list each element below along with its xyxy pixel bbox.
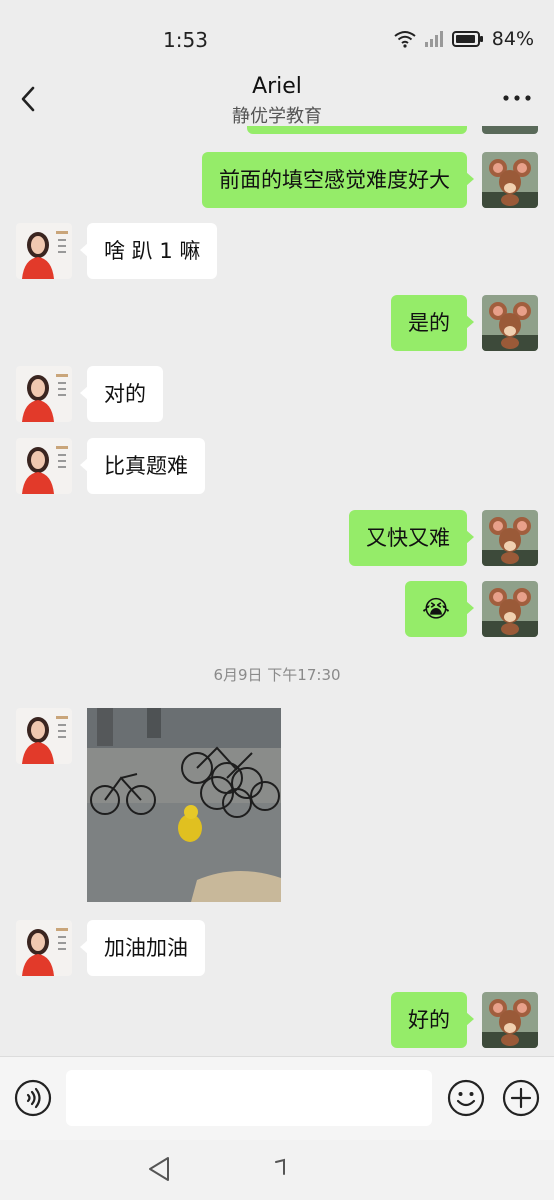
more-dots-icon — [503, 95, 531, 101]
mouse-avatar-image — [482, 295, 538, 351]
partial-avatar — [482, 126, 538, 134]
my-avatar[interactable] — [482, 992, 538, 1048]
incoming-message-bubble[interactable]: 加油加油 — [80, 920, 205, 976]
system-home-button[interactable] — [270, 1156, 294, 1180]
outgoing-emoji-bubble[interactable]: 😭 — [404, 581, 475, 637]
outgoing-message-bubble[interactable]: 好的 — [391, 992, 474, 1048]
emoji-icon — [447, 1079, 485, 1117]
mouse-avatar-image — [482, 992, 538, 1048]
my-avatar[interactable] — [482, 152, 538, 208]
contact-avatar[interactable] — [16, 438, 72, 494]
system-back-button[interactable] — [146, 1154, 172, 1184]
mouse-avatar-image — [482, 581, 538, 637]
image-message[interactable] — [87, 708, 281, 902]
chat-header: Ariel 静优学教育 — [0, 72, 554, 134]
my-avatar[interactable] — [482, 510, 538, 566]
contact-avatar[interactable] — [16, 920, 72, 976]
message-input[interactable] — [66, 1070, 432, 1126]
mouse-avatar-image — [482, 152, 538, 208]
outgoing-message-bubble[interactable]: 前面的填空感觉难度好大 — [202, 152, 474, 208]
contact-avatar[interactable] — [16, 366, 72, 422]
more-options-button[interactable] — [500, 86, 534, 110]
woman-avatar-image — [16, 438, 72, 494]
battery-icon — [451, 31, 483, 47]
partial-message-bubble — [247, 126, 467, 134]
contact-avatar[interactable] — [16, 708, 72, 764]
voice-input-button[interactable] — [14, 1079, 52, 1117]
contact-avatar[interactable] — [16, 223, 72, 279]
signal-icon — [424, 31, 443, 47]
outgoing-message-bubble[interactable]: 又快又难 — [349, 510, 474, 566]
chat-screen: 1:53 84% Ariel 静优学教育 前面的填空感觉难度好大 啥 趴 1 嘛… — [0, 0, 554, 1200]
nav-home-icon — [275, 1158, 285, 1175]
woman-avatar-image — [16, 708, 72, 764]
emoji-button[interactable] — [447, 1079, 485, 1117]
incoming-message-bubble[interactable]: 啥 趴 1 嘛 — [79, 223, 218, 279]
status-time: 1:53 — [163, 28, 208, 52]
wifi-icon — [394, 31, 416, 48]
woman-avatar-image — [16, 366, 72, 422]
contact-organization: 静优学教育 — [232, 106, 322, 127]
contact-name: Ariel — [252, 74, 302, 99]
status-icons: 84% — [394, 28, 534, 50]
nav-back-icon — [149, 1157, 169, 1181]
status-bar: 1:53 84% — [0, 0, 554, 72]
incoming-message-bubble[interactable]: 对的 — [80, 366, 163, 422]
message-timestamp: 6月9日 下午17:30 — [213, 666, 341, 684]
voice-icon — [14, 1079, 52, 1117]
incoming-message-bubble[interactable]: 比真题难 — [80, 438, 205, 494]
chat-input-bar — [0, 1056, 554, 1140]
woman-avatar-image — [16, 920, 72, 976]
rainy-bicycles-photo — [87, 708, 281, 902]
plus-icon — [502, 1079, 540, 1117]
system-navigation-bar — [0, 1140, 554, 1200]
woman-avatar-image — [16, 223, 72, 279]
outgoing-message-bubble[interactable]: 是的 — [391, 295, 474, 351]
my-avatar[interactable] — [482, 581, 538, 637]
battery-percentage: 84% — [491, 28, 534, 50]
my-avatar[interactable] — [482, 295, 538, 351]
mouse-avatar-image — [482, 510, 538, 566]
more-functions-button[interactable] — [502, 1079, 540, 1117]
